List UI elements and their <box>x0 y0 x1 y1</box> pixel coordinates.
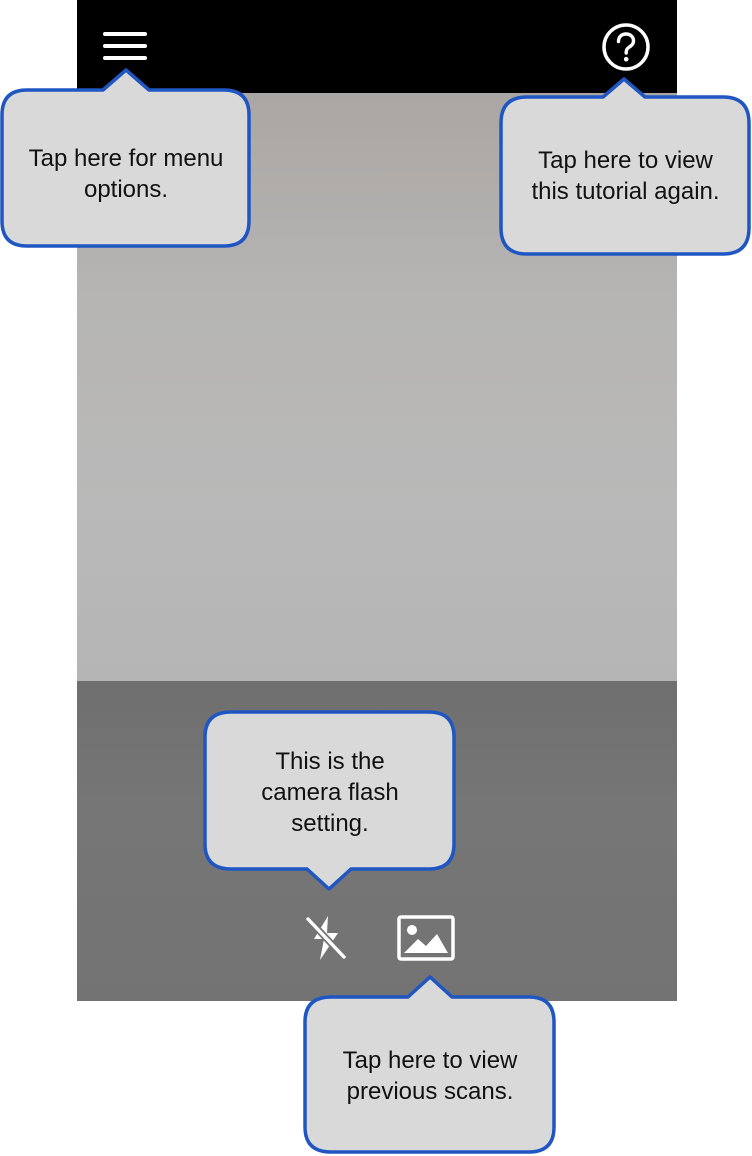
help-tooltip-text: Tap here to view this tutorial again. <box>531 147 720 205</box>
hamburger-menu-icon <box>103 32 147 60</box>
previous-scans-button[interactable] <box>396 914 456 962</box>
image-gallery-icon <box>397 915 455 961</box>
flash-off-icon <box>304 915 348 961</box>
tutorial-overlay-screen: Tap here for menu options. Tap here to v… <box>0 0 752 1156</box>
help-button[interactable] <box>601 22 651 72</box>
flash-tooltip: This is the camera flash setting. <box>203 710 457 892</box>
gallery-tooltip-text: Tap here to view previous scans. <box>342 1047 518 1105</box>
menu-tooltip-text: Tap here for menu options. <box>28 145 224 203</box>
menu-tooltip: Tap here for menu options. <box>0 66 252 250</box>
flash-toggle-button[interactable] <box>303 913 349 963</box>
menu-button[interactable] <box>103 25 149 65</box>
question-circle-icon <box>602 23 650 71</box>
help-tooltip: Tap here to view this tutorial again. <box>499 77 752 257</box>
gallery-tooltip: Tap here to view previous scans. <box>303 975 557 1155</box>
flash-tooltip-text: This is the camera flash setting. <box>261 748 399 837</box>
